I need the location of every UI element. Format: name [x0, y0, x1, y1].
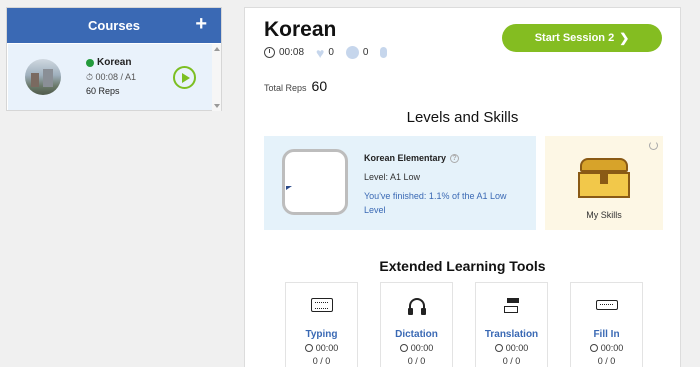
- course-stats: 00:08 ♥ 0 0: [264, 44, 403, 61]
- level-label: Level: A1 Low: [364, 172, 421, 182]
- level-name: Korean Elementary ?: [364, 153, 460, 163]
- smile-icon: [345, 46, 359, 59]
- courses-header: Courses +: [7, 8, 221, 43]
- my-skills-card[interactable]: My Skills: [545, 136, 663, 230]
- clock-icon: [494, 344, 503, 352]
- help-icon[interactable]: ?: [450, 153, 460, 163]
- tool-time-value: 00:00: [600, 343, 624, 353]
- start-session-button[interactable]: Start Session 2 ❯: [502, 24, 662, 52]
- scroll-down-icon[interactable]: [214, 104, 220, 108]
- tool-count: 0 / 0: [407, 356, 426, 366]
- tool-name: Dictation: [395, 329, 438, 340]
- headphones-icon: [408, 298, 426, 315]
- tool-name: Fill In: [593, 329, 620, 340]
- tool-translation[interactable]: Translation 00:00 0 / 0: [475, 282, 548, 367]
- translation-icon: [501, 298, 523, 313]
- add-course-button[interactable]: +: [195, 14, 207, 34]
- my-skills-label: My Skills: [586, 210, 622, 220]
- course-name-text: Korean: [97, 57, 132, 68]
- scroll-up-icon[interactable]: [214, 47, 220, 51]
- start-session-label: Start Session 2: [534, 32, 615, 44]
- clock-icon: [304, 344, 313, 352]
- tool-name: Typing: [305, 329, 338, 340]
- fill-in-icon: [596, 300, 618, 310]
- smiles-value: 0: [362, 47, 369, 58]
- tools-section-title: Extended Learning Tools: [379, 258, 546, 274]
- course-detail-panel: Korean 00:08 ♥ 0 0 Start Session 2 ❯ Tot…: [244, 7, 681, 367]
- clock-icon: [264, 47, 275, 58]
- tool-fill-in[interactable]: Fill In 00:00 0 / 0: [570, 282, 643, 367]
- treasure-chest-icon: [578, 158, 630, 198]
- mic-stat: [380, 47, 391, 58]
- tool-name: Translation: [484, 329, 539, 340]
- tool-count: 0 / 0: [502, 356, 521, 366]
- course-thumbnail: [25, 59, 61, 95]
- level-name-text: Korean Elementary: [364, 153, 447, 163]
- tool-time: 00:00: [476, 343, 547, 353]
- heart-icon: ♥: [316, 44, 325, 61]
- chevron-right-icon: ❯: [619, 31, 630, 45]
- likes-stat: ♥ 0: [316, 44, 334, 61]
- tool-count: 0 / 0: [312, 356, 331, 366]
- tool-time-value: 00:00: [410, 343, 434, 353]
- levels-section-title: Levels and Skills: [406, 109, 519, 126]
- tool-time-value: 00:00: [505, 343, 529, 353]
- total-reps-label: Total Reps: [264, 83, 307, 93]
- tool-dictation[interactable]: Dictation 00:00 0 / 0: [380, 282, 453, 367]
- level-card[interactable]: Korean Elementary ? Level: A1 Low You've…: [264, 136, 536, 230]
- level-progress-icon: [282, 149, 348, 215]
- refresh-icon[interactable]: [649, 141, 658, 150]
- play-icon[interactable]: [173, 66, 196, 89]
- tool-count: 0 / 0: [597, 356, 616, 366]
- course-meta: ⏱ 00:08 / A1: [86, 72, 137, 82]
- likes-value: 0: [328, 47, 334, 58]
- microphone-icon: [380, 47, 388, 58]
- course-meta-text: 00:08 / A1: [95, 72, 137, 82]
- clock-icon: [589, 344, 598, 352]
- keyboard-icon: [311, 298, 333, 312]
- course-info: Korean ⏱ 00:08 / A1 60 Reps: [86, 56, 136, 98]
- total-reps: Total Reps 60: [264, 78, 327, 94]
- courses-title: Courses: [87, 18, 141, 33]
- tool-time: 00:00: [286, 343, 357, 353]
- course-item-korean[interactable]: Korean ⏱ 00:08 / A1 60 Reps: [8, 44, 213, 110]
- page-title: Korean: [264, 18, 337, 41]
- time-stat: 00:08: [264, 47, 304, 58]
- time-value: 00:08: [279, 47, 305, 58]
- tool-time-value: 00:00: [315, 343, 339, 353]
- tool-time: 00:00: [381, 343, 452, 353]
- course-reps: 60 Reps: [86, 86, 120, 96]
- clock-icon: [399, 344, 408, 352]
- tool-typing[interactable]: Typing 00:00 0 / 0: [285, 282, 358, 367]
- tool-time: 00:00: [571, 343, 642, 353]
- courses-panel: Courses + Korean ⏱ 00:08 / A1 60 Reps: [6, 7, 222, 111]
- total-reps-value: 60: [311, 78, 328, 94]
- level-progress-text: You've finished: 1.1% of the A1 Low Leve…: [364, 191, 507, 215]
- tools-list: Typing 00:00 0 / 0 Dictation 00:00 0 / 0…: [285, 282, 643, 367]
- course-name: Korean: [86, 56, 136, 70]
- status-dot-icon: [86, 59, 94, 67]
- smiles-stat: 0: [345, 46, 369, 59]
- courses-scrollbar[interactable]: [212, 44, 221, 111]
